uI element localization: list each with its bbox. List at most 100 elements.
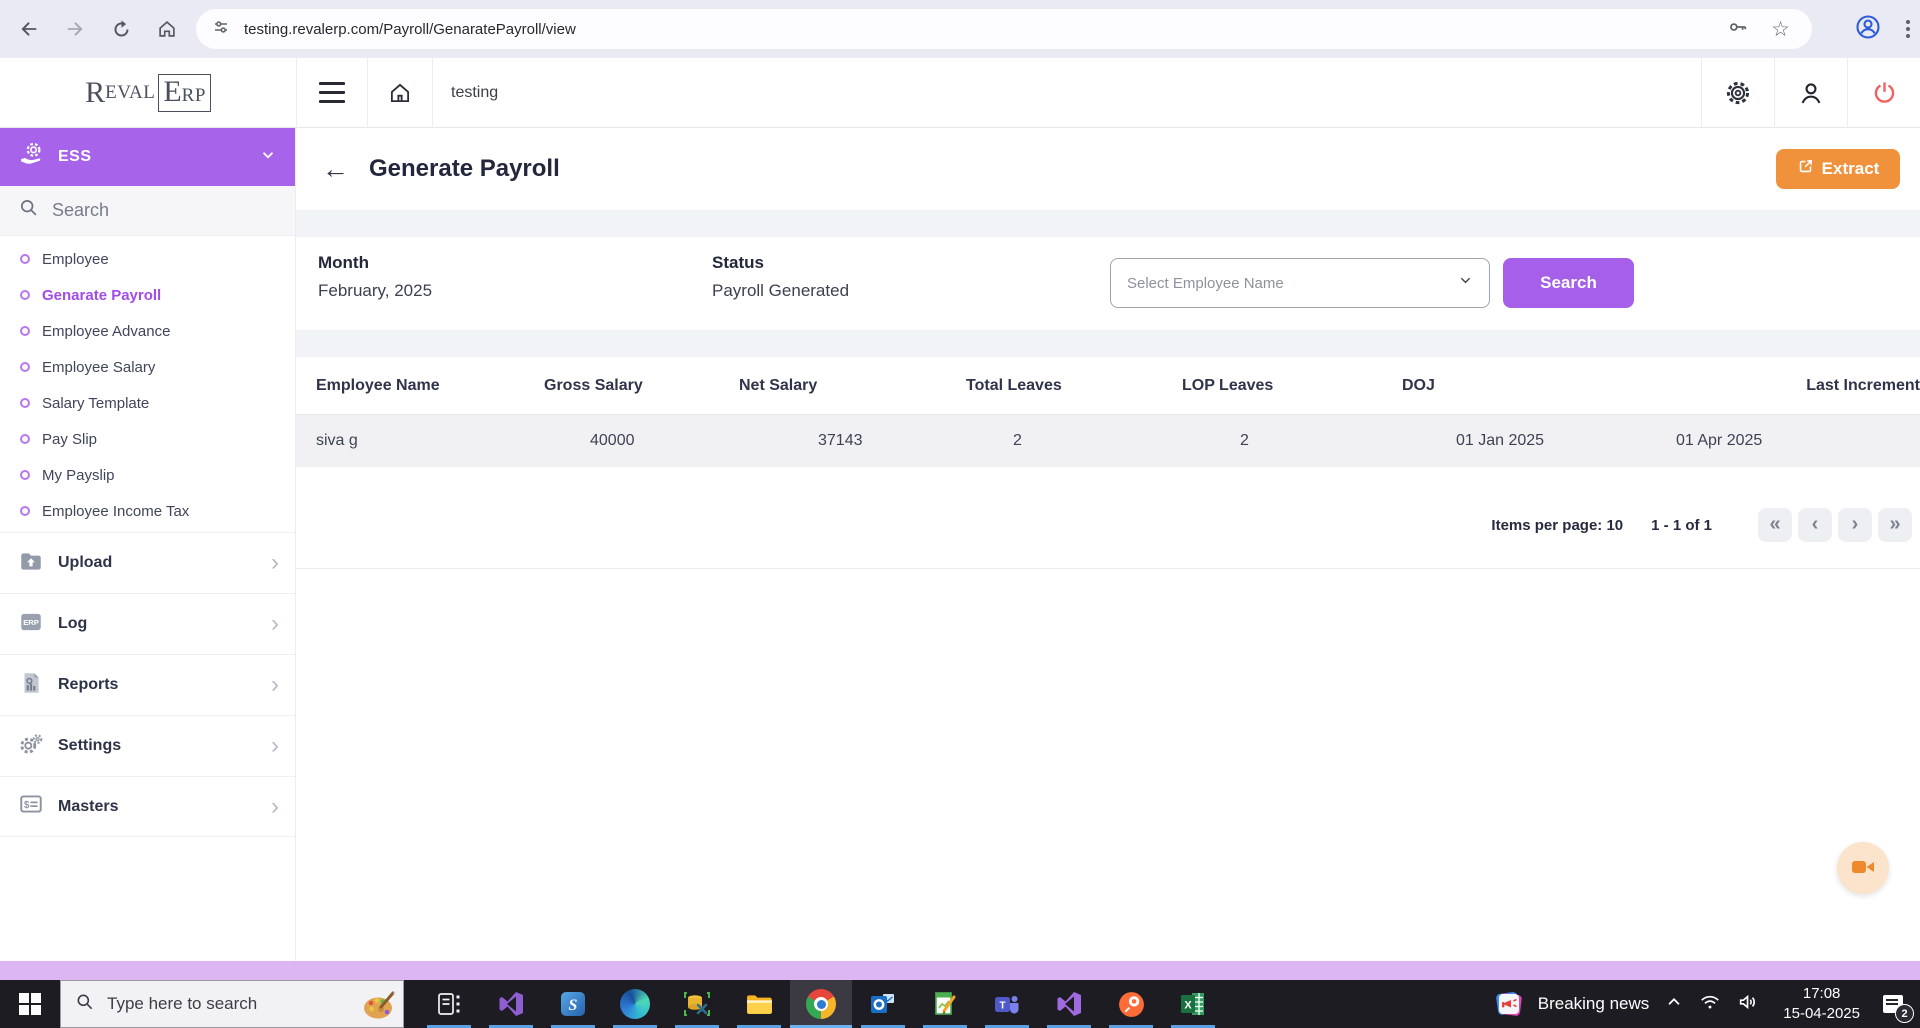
address-bar[interactable]: testing.revalerp.com/Payroll/GenaratePay…: [196, 9, 1812, 49]
browser-menu-icon[interactable]: [1906, 20, 1910, 38]
profile-person-icon[interactable]: [1775, 58, 1847, 128]
sidebar-item-log[interactable]: ERP Log ›: [0, 593, 295, 654]
taskbar-icon-postman[interactable]: [1100, 980, 1162, 1028]
taskbar-icon-edge[interactable]: [604, 980, 666, 1028]
svg-text:T: T: [999, 1001, 1005, 1012]
sidebar-menu-item-label: My Payslip: [42, 466, 115, 484]
logout-power-icon[interactable]: [1848, 58, 1920, 128]
settings-gear-icon[interactable]: [1702, 58, 1774, 128]
sidebar-menu-item[interactable]: Employee Advance: [0, 313, 295, 349]
taskbar-search[interactable]: [60, 980, 404, 1028]
taskbar-icon-file-explorer[interactable]: [728, 980, 790, 1028]
sidebar-menu-item[interactable]: My Payslip: [0, 457, 295, 493]
sidebar-menu-item[interactable]: Employee Income Tax: [0, 493, 295, 529]
bookmark-star-icon[interactable]: ☆: [1771, 19, 1790, 40]
upload-folder-icon: [18, 548, 44, 579]
sidebar-menu-item[interactable]: Salary Template: [0, 385, 295, 421]
chevron-up-icon[interactable]: [1665, 993, 1683, 1016]
url-text[interactable]: testing.revalerp.com/Payroll/GenaratePay…: [244, 21, 1727, 38]
sidebar-menu-item-label: Employee Salary: [42, 358, 156, 376]
taskbar-icon-outlook[interactable]: [852, 980, 914, 1028]
bullet-circle-icon: [20, 434, 30, 444]
svg-text:S: S: [569, 997, 578, 1014]
sidebar-item-upload[interactable]: Upload ›: [0, 532, 295, 593]
site-info-icon[interactable]: [212, 18, 230, 41]
table-cell: 40000: [590, 432, 635, 449]
screen-record-camera-button[interactable]: [1837, 842, 1889, 894]
extract-button[interactable]: Extract: [1776, 149, 1900, 189]
browser-home-icon[interactable]: [150, 12, 184, 46]
sidebar-menu: Employee Genarate Payroll Employee Advan…: [0, 236, 295, 529]
bullet-circle-icon: [20, 326, 30, 336]
taskbar-icon-ssms[interactable]: S: [542, 980, 604, 1028]
sidebar-menu-item[interactable]: Genarate Payroll: [0, 277, 295, 313]
logo-text: R: [85, 75, 106, 109]
windows-taskbar: S: [0, 980, 1920, 1028]
menu-toggle-icon[interactable]: [297, 82, 367, 103]
sidebar-item-label: Log: [58, 615, 88, 632]
bullet-circle-icon: [20, 362, 30, 372]
last-page-button[interactable]: »: [1878, 508, 1912, 542]
browser-back-icon[interactable]: [12, 12, 46, 46]
taskbar-icon-visual-studio-2022[interactable]: [1038, 980, 1100, 1028]
browser-refresh-icon[interactable]: [104, 12, 138, 46]
news-label: Breaking news: [1537, 994, 1650, 1013]
browser-forward-icon[interactable]: [58, 12, 92, 46]
sidebar-item-masters[interactable]: $ Masters ›: [0, 776, 295, 837]
sidebar-item-label: Upload: [58, 554, 113, 571]
taskbar-icon-visual-studio[interactable]: [480, 980, 542, 1028]
browser-profile-icon[interactable]: [1854, 13, 1882, 46]
search-icon: [75, 992, 95, 1017]
taskbar-search-input[interactable]: [107, 994, 317, 1014]
sidebar-groups: Upload › ERP Log › Reports › Settings › …: [0, 532, 295, 837]
column-header: DOJ: [1402, 376, 1435, 394]
sidebar-item-label: Reports: [58, 676, 119, 693]
masters-card-icon: $: [18, 791, 44, 822]
previous-page-button[interactable]: ‹: [1798, 508, 1832, 542]
extract-button-label: Extract: [1821, 159, 1880, 178]
news-widget[interactable]: Breaking news: [1492, 987, 1650, 1021]
erp-log-icon: ERP: [18, 609, 44, 640]
taskbar-icon-chrome[interactable]: [790, 980, 852, 1028]
wifi-icon[interactable]: [1699, 991, 1721, 1018]
workspace-name: testing: [451, 83, 499, 101]
speaker-icon[interactable]: [1737, 991, 1759, 1018]
taskbar-icon-teams[interactable]: T: [976, 980, 1038, 1028]
sidebar-item-settings[interactable]: Settings ›: [0, 715, 295, 776]
column-header: Last Increment: [1806, 376, 1920, 394]
next-page-button[interactable]: ›: [1838, 508, 1872, 542]
notification-center[interactable]: 2: [1876, 987, 1914, 1023]
taskbar-clock[interactable]: 17:08 15-04-2025: [1783, 984, 1860, 1025]
page-title: Generate Payroll: [369, 155, 560, 182]
sidebar-menu-item[interactable]: Employee Salary: [0, 349, 295, 385]
external-link-icon: [1797, 158, 1814, 180]
video-camera-icon: [1850, 854, 1876, 883]
taskbar-icon-excel[interactable]: X: [1162, 980, 1224, 1028]
taskbar-icon-task-view[interactable]: [418, 980, 480, 1028]
page-range-label: 1 - 1 of 1: [1651, 516, 1712, 534]
chevron-right-icon: ›: [271, 732, 279, 759]
sidebar-menu-item[interactable]: Employee: [0, 241, 295, 277]
search-button[interactable]: Search: [1503, 258, 1634, 308]
start-button-icon[interactable]: [0, 980, 60, 1028]
sidebar-module-ess[interactable]: ESS: [0, 128, 295, 186]
employee-select-placeholder: Select Employee Name: [1127, 274, 1284, 292]
sidebar-item-reports[interactable]: Reports ›: [0, 654, 295, 715]
back-arrow-icon[interactable]: ←: [322, 155, 349, 183]
sidebar-menu-item[interactable]: Pay Slip: [0, 421, 295, 457]
sidebar-menu-item-label: Employee Income Tax: [42, 502, 190, 520]
filter-panel: Month February, 2025 Status Payroll Gene…: [296, 237, 1920, 330]
first-page-button[interactable]: «: [1758, 508, 1792, 542]
sidebar-search[interactable]: [0, 186, 295, 236]
month-value: February, 2025: [318, 281, 433, 300]
taskbar-icon-sql-config-tools[interactable]: [666, 980, 728, 1028]
app-home-icon[interactable]: [368, 80, 432, 106]
password-key-icon[interactable]: [1727, 16, 1749, 43]
paint-palette-icon[interactable]: [359, 985, 399, 1028]
browser-toolbar: testing.revalerp.com/Payroll/GenaratePay…: [0, 0, 1920, 58]
employee-select[interactable]: Select Employee Name: [1110, 258, 1490, 308]
table-row[interactable]: siva g 40000 37143 2 2 01 Jan 2025 01 Apr 2025: [296, 415, 1920, 467]
sidebar-search-input[interactable]: [52, 200, 252, 221]
month-label: Month: [318, 253, 369, 272]
taskbar-icon-green-doc-tool[interactable]: [914, 980, 976, 1028]
